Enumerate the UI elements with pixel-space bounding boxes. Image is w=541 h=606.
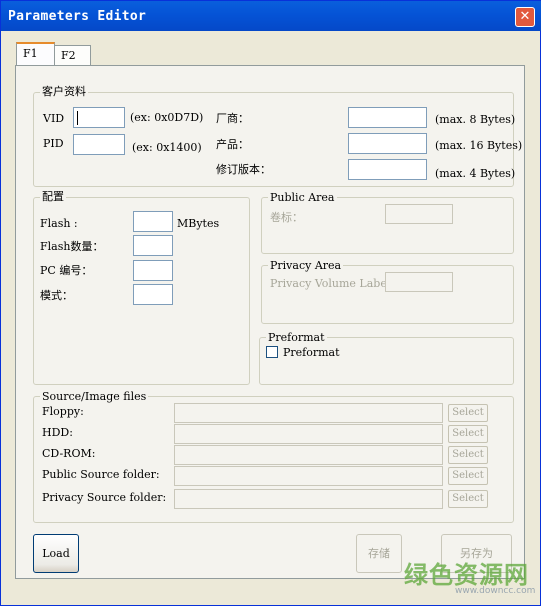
hdd-select-button[interactable]: Select xyxy=(448,425,488,443)
pc-number-input[interactable] xyxy=(133,260,173,281)
parameters-editor-window: Parameters Editor ✕ F1 F2 客户资料 VID (ex: … xyxy=(0,0,541,606)
floppy-select-button[interactable]: Select xyxy=(448,404,488,422)
privacy-volume-label-input xyxy=(385,272,453,292)
mode-label: 模式： xyxy=(40,289,73,302)
source-files-legend: Source/Image files xyxy=(40,390,149,403)
hdd-label: HDD: xyxy=(42,426,73,439)
revision-label: 修订版本： xyxy=(216,163,271,176)
pid-input[interactable] xyxy=(73,134,125,155)
public-source-folder-label: Public Source folder: xyxy=(42,468,160,481)
tab-f1[interactable]: F1 xyxy=(16,42,55,65)
customer-group-legend: 客户资料 xyxy=(40,85,88,98)
product-label: 产品： xyxy=(216,138,249,151)
tab-f2-label: F2 xyxy=(61,49,76,62)
vendor-label: 厂商： xyxy=(216,112,249,125)
flash-input[interactable] xyxy=(133,211,173,232)
flash-unit: MBytes xyxy=(177,217,220,230)
preformat-group: Preformat xyxy=(259,332,514,385)
product-input[interactable] xyxy=(348,133,427,154)
privacy-volume-label-label: Privacy Volume Label: xyxy=(270,277,395,290)
flash-count-input[interactable] xyxy=(133,235,173,256)
window-title: Parameters Editor xyxy=(8,9,147,24)
floppy-path-input xyxy=(174,403,443,423)
flash-label: Flash : xyxy=(40,217,78,230)
pid-hint: (ex: 0x1400) xyxy=(132,141,202,154)
preformat-legend: Preformat xyxy=(266,331,327,344)
tab-f1-label: F1 xyxy=(23,47,38,60)
volume-label-label: 卷标： xyxy=(270,211,303,224)
load-button[interactable]: Load xyxy=(33,534,79,573)
vid-label: VID xyxy=(43,112,65,125)
public-area-legend: Public Area xyxy=(268,191,337,204)
public-volume-label-input xyxy=(385,204,453,224)
cdrom-path-input xyxy=(174,445,443,465)
privacy-area-legend: Privacy Area xyxy=(268,259,344,272)
preformat-checkbox-label[interactable]: Preformat xyxy=(283,346,340,359)
hdd-path-input xyxy=(174,424,443,444)
watermark-url: www.downcc.com xyxy=(455,586,536,596)
tab-f2[interactable]: F2 xyxy=(54,45,91,66)
close-icon: ✕ xyxy=(519,9,531,24)
cdrom-label: CD-ROM: xyxy=(42,447,96,460)
mode-input[interactable] xyxy=(133,284,173,305)
revision-hint: (max. 4 Bytes) xyxy=(435,167,516,180)
privacy-source-folder-label: Privacy Source folder: xyxy=(42,491,167,504)
close-button[interactable]: ✕ xyxy=(515,7,535,27)
watermark-text: 绿色资源网 xyxy=(404,561,529,589)
public-source-select-button[interactable]: Select xyxy=(448,467,488,485)
vendor-hint: (max. 8 Bytes) xyxy=(435,113,516,126)
floppy-label: Floppy: xyxy=(42,405,84,418)
preformat-checkbox[interactable] xyxy=(266,346,278,358)
vid-input[interactable] xyxy=(73,107,125,128)
public-source-folder-input xyxy=(174,466,443,486)
title-bar[interactable]: Parameters Editor ✕ xyxy=(1,1,541,31)
cdrom-select-button[interactable]: Select xyxy=(448,446,488,464)
config-group-legend: 配置 xyxy=(40,190,66,203)
revision-input[interactable] xyxy=(348,159,427,180)
pid-label: PID xyxy=(43,137,64,150)
save-button[interactable]: 存储 xyxy=(356,534,402,573)
product-hint: (max. 16 Bytes) xyxy=(435,139,523,152)
flash-count-label: Flash数量： xyxy=(40,240,104,253)
vid-hint: (ex: 0x0D7D) xyxy=(130,111,204,124)
privacy-source-folder-input xyxy=(174,489,443,509)
vendor-input[interactable] xyxy=(348,107,427,128)
privacy-source-select-button[interactable]: Select xyxy=(448,490,488,508)
pc-number-label: PC 编号： xyxy=(40,264,93,277)
text-caret xyxy=(77,111,78,125)
